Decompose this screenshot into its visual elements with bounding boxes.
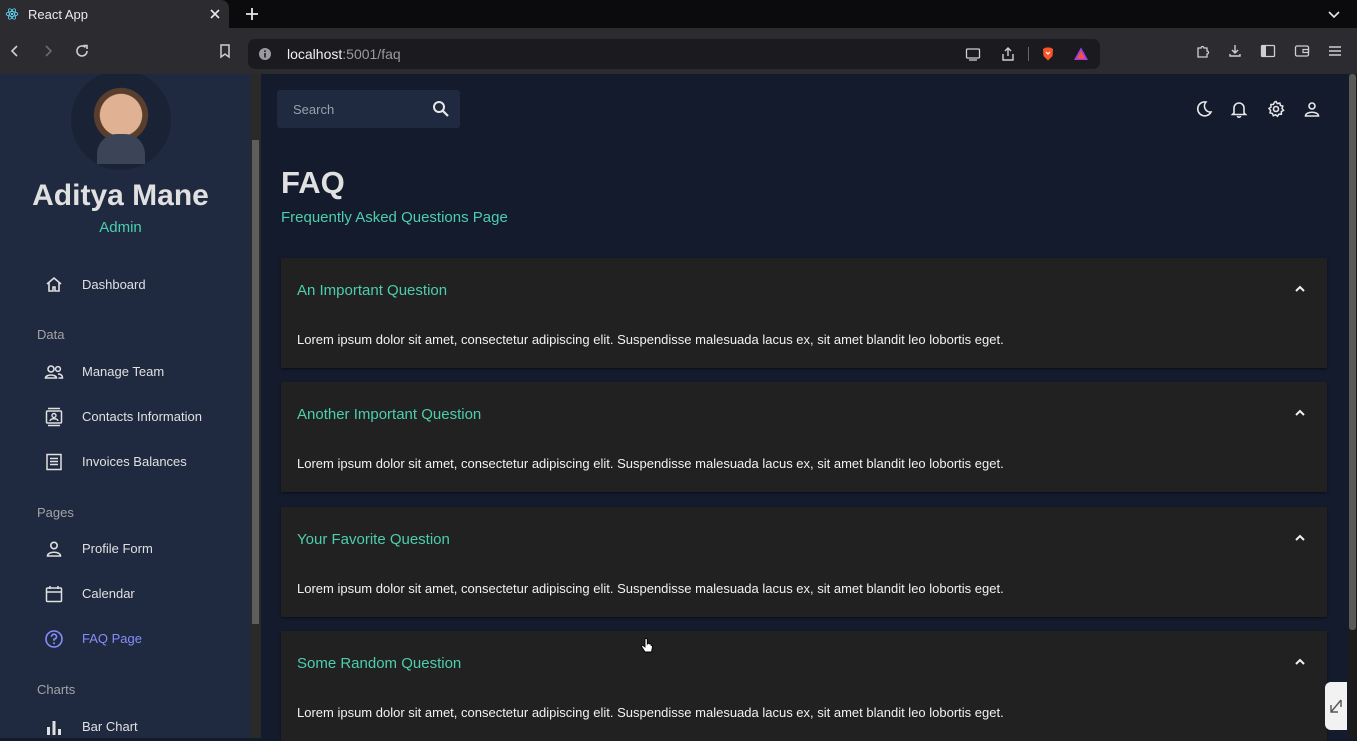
sidebar-scrollbar-thumb[interactable] xyxy=(252,140,259,624)
receipt-icon xyxy=(46,453,62,471)
reload-icon[interactable] xyxy=(74,43,90,59)
search-input[interactable] xyxy=(293,100,423,118)
help-icon xyxy=(45,630,63,648)
contacts-icon xyxy=(45,407,63,427)
page-subtitle: Frequently Asked Questions Page xyxy=(281,209,508,226)
brave-rewards-icon[interactable] xyxy=(1073,46,1089,62)
extensions-icon[interactable] xyxy=(1195,43,1211,59)
faq-answer: Lorem ipsum dolor sit amet, consectetur … xyxy=(297,581,1004,596)
brave-shield-icon[interactable] xyxy=(1040,46,1056,62)
faq-accordion-item[interactable]: Some Random Question Lorem ipsum dolor s… xyxy=(281,631,1327,741)
search-icon[interactable] xyxy=(432,100,450,118)
faq-answer: Lorem ipsum dolor sit amet, consectetur … xyxy=(297,456,1004,471)
browser-tab[interactable]: React App xyxy=(0,0,229,28)
chevron-up-icon[interactable] xyxy=(1294,283,1306,295)
bookmark-icon[interactable] xyxy=(217,43,233,59)
sidebar-item-dashboard[interactable]: Dashboard xyxy=(0,267,250,303)
moon-icon[interactable] xyxy=(1195,100,1213,118)
user-name: Aditya Mane xyxy=(32,179,209,212)
bar-chart-icon xyxy=(47,721,61,735)
react-logo-icon xyxy=(5,8,19,20)
tab-title: React App xyxy=(28,6,88,22)
sidebar-item-label: Manage Team xyxy=(82,364,165,379)
faq-question[interactable]: An Important Question xyxy=(297,282,447,299)
sidebar-item-label: Contacts Information xyxy=(82,409,202,424)
section-heading-pages: Pages xyxy=(37,505,74,520)
share-icon[interactable] xyxy=(1000,46,1016,62)
cast-icon[interactable] xyxy=(965,46,981,62)
browser-tab-bar: React App xyxy=(0,0,1357,28)
sidebar-item-calendar[interactable]: Calendar xyxy=(0,576,250,612)
sidebar-item-bar-chart[interactable]: Bar Chart xyxy=(0,709,250,738)
back-icon[interactable] xyxy=(7,43,23,59)
faq-question[interactable]: Some Random Question xyxy=(297,655,461,672)
close-icon[interactable] xyxy=(207,6,223,22)
chevron-up-icon[interactable] xyxy=(1294,407,1306,419)
section-heading-data: Data xyxy=(37,327,65,342)
gear-icon[interactable] xyxy=(1267,100,1285,118)
user-role: Admin xyxy=(99,219,142,236)
faq-answer: Lorem ipsum dolor sit amet, consectetur … xyxy=(297,705,1004,720)
chevron-up-icon[interactable] xyxy=(1294,656,1306,668)
chevron-up-icon[interactable] xyxy=(1294,532,1306,544)
sidebar-item-contacts[interactable]: Contacts Information xyxy=(0,399,250,435)
sidebar-item-label: FAQ Page xyxy=(82,631,142,646)
calendar-icon xyxy=(45,586,63,603)
sidebar-toggle-icon[interactable] xyxy=(1260,43,1276,59)
hand-cursor-icon xyxy=(641,638,653,653)
chevron-down-icon[interactable] xyxy=(1327,7,1341,21)
sidebar: Aditya Mane Admin Dashboard Data Manage … xyxy=(0,74,250,738)
section-heading-charts: Charts xyxy=(37,682,76,697)
sidebar-item-label: Invoices Balances xyxy=(82,454,187,469)
avatar-shirt xyxy=(97,134,145,164)
user-icon[interactable] xyxy=(1303,100,1321,118)
url-path: :5001/faq xyxy=(342,46,401,62)
page-title: FAQ xyxy=(281,165,345,200)
faq-accordion-item[interactable]: An Important Question Lorem ipsum dolor … xyxy=(281,258,1327,368)
sidebar-item-label: Dashboard xyxy=(82,277,146,292)
address-bar[interactable]: localhost:5001/faq xyxy=(248,39,1100,69)
sidebar-item-faq[interactable]: FAQ Page xyxy=(0,621,250,657)
url-host: localhost xyxy=(287,46,343,62)
download-icon[interactable] xyxy=(1227,43,1243,59)
search-box xyxy=(277,90,460,128)
faq-question[interactable]: Your Favorite Question xyxy=(297,531,450,548)
sidebar-item-label: Bar Chart xyxy=(82,719,138,734)
url-separator xyxy=(1028,47,1029,61)
browser-toolbar: localhost:5001/faq xyxy=(0,28,1357,74)
sidebar-item-label: Calendar xyxy=(82,586,135,601)
main-scrollbar[interactable] xyxy=(1348,74,1357,738)
menu-icon[interactable] xyxy=(1327,43,1343,59)
url-text: localhost:5001/faq xyxy=(287,46,401,62)
sidebar-item-label: Profile Form xyxy=(82,541,153,556)
expand-icon xyxy=(1330,699,1342,713)
bell-icon[interactable] xyxy=(1230,100,1248,118)
info-icon[interactable] xyxy=(258,47,272,61)
sidebar-scrollbar[interactable] xyxy=(250,74,261,738)
faq-question[interactable]: Another Important Question xyxy=(297,406,481,423)
wallet-icon[interactable] xyxy=(1294,43,1310,59)
forward-icon[interactable] xyxy=(40,43,56,59)
person-icon xyxy=(46,541,62,557)
home-icon xyxy=(46,276,62,292)
side-panel-handle[interactable] xyxy=(1325,682,1347,730)
sidebar-item-manage-team[interactable]: Manage Team xyxy=(0,354,250,390)
plus-icon[interactable] xyxy=(244,6,260,22)
faq-accordion-item[interactable]: Another Important Question Lorem ipsum d… xyxy=(281,382,1327,492)
faq-accordion-item[interactable]: Your Favorite Question Lorem ipsum dolor… xyxy=(281,507,1327,617)
people-icon xyxy=(44,365,64,379)
sidebar-item-invoices[interactable]: Invoices Balances xyxy=(0,444,250,480)
main-scrollbar-thumb[interactable] xyxy=(1349,74,1356,630)
faq-answer: Lorem ipsum dolor sit amet, consectetur … xyxy=(297,332,1004,347)
sidebar-item-profile-form[interactable]: Profile Form xyxy=(0,531,250,567)
